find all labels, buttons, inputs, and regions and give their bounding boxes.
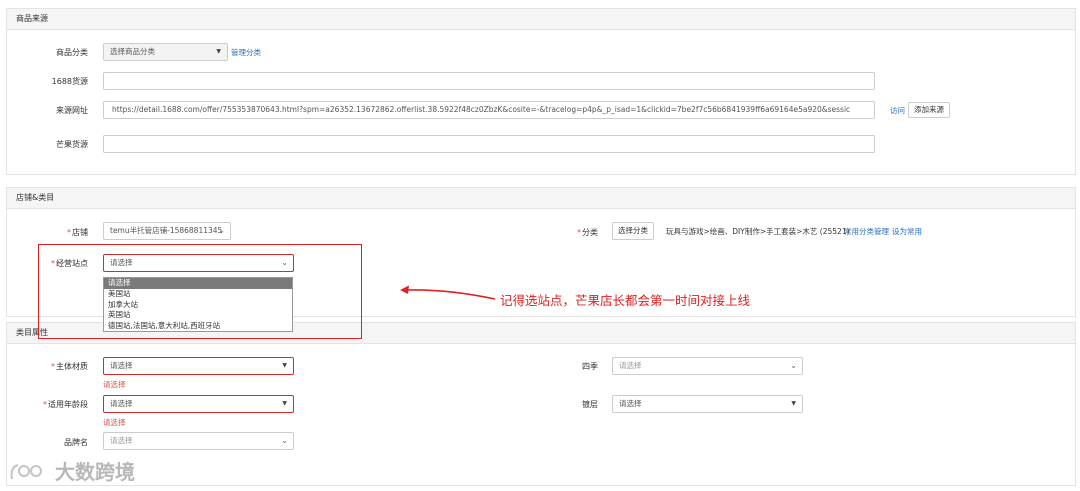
category-label: 商品分类 <box>56 48 88 57</box>
site-option[interactable]: 美国站 <box>104 289 292 300</box>
plating-select[interactable]: 请选择 ▼ <box>612 395 803 413</box>
category2-label: *分类 <box>577 228 598 237</box>
site-select[interactable]: 请选择 ⌄ <box>103 254 294 272</box>
site-label-text: 经营站点 <box>56 259 88 268</box>
manage-category-link[interactable]: 管理分类 <box>231 47 261 58</box>
category2-label-text: 分类 <box>582 228 598 237</box>
store-select[interactable]: temu半托管店铺-15868811345 ⌄ <box>103 222 231 240</box>
caret-down-icon: ▼ <box>216 48 221 55</box>
site-option[interactable]: 请选择 <box>104 278 292 289</box>
brand-select[interactable]: 请选择 ⌄ <box>103 432 294 450</box>
annotation-text: 记得选站点，芒果店长都会第一时间对接上线 <box>500 293 751 308</box>
annotation-arrow-icon <box>400 285 496 300</box>
material-select[interactable]: 请选择 ▼ <box>103 357 294 375</box>
watermark-text: 大数跨境 <box>54 460 135 484</box>
store-label: *店铺 <box>67 228 88 237</box>
source-url-input[interactable]: https://detail.1688.com/offer/7553538706… <box>103 101 875 119</box>
logo-icon <box>10 464 42 480</box>
age-select[interactable]: 请选择 ▼ <box>103 395 294 413</box>
store-select-value: temu半托管店铺-15868811345 <box>110 226 223 235</box>
chevron-down-icon: ⌄ <box>281 436 288 445</box>
store-label-text: 店铺 <box>72 228 88 237</box>
add-source-button[interactable]: 添加来源 <box>908 102 950 118</box>
category-path: 玩具与游戏>绘画、DIY制作>手工套装>木艺 (25521) <box>666 227 850 236</box>
season-select-value: 请选择 <box>619 361 642 370</box>
source-panel-title: 商品来源 <box>7 9 1075 30</box>
site-select-value: 请选择 <box>110 258 133 267</box>
brand-label: 品牌名 <box>64 438 88 447</box>
age-label-text: 适用年龄段 <box>48 400 88 409</box>
chevron-down-icon: ⌄ <box>790 361 797 370</box>
mango-source-label: 芒果货源 <box>56 140 88 149</box>
choose-category-button[interactable]: 选择分类 <box>612 222 654 240</box>
material-label: *主体材质 <box>51 362 88 371</box>
chevron-down-icon: ⌄ <box>218 226 225 235</box>
caret-down-icon: ▼ <box>791 400 796 407</box>
age-select-value: 请选择 <box>110 399 133 408</box>
site-option[interactable]: 加拿大站 <box>104 300 292 311</box>
category-select-value: 选择商品分类 <box>110 47 155 56</box>
material-label-text: 主体材质 <box>56 362 88 371</box>
material-error: 请选择 <box>103 380 126 389</box>
brand-select-value: 请选择 <box>110 436 133 445</box>
site-option[interactable]: 英国站 <box>104 310 292 321</box>
season-select[interactable]: 请选择 ⌄ <box>612 357 803 375</box>
plating-select-value: 请选择 <box>619 399 642 408</box>
site-dropdown-list: 请选择 美国站 加拿大站 英国站 德国站,法国站,意大利站,西班牙站 <box>103 277 293 332</box>
caret-down-icon: ▼ <box>282 362 287 369</box>
set-common-link[interactable]: 设为常用 <box>892 226 922 237</box>
season-label: 四季 <box>582 362 598 371</box>
store-panel-title: 店铺&类目 <box>7 188 1075 209</box>
mango-source-input[interactable] <box>103 135 875 153</box>
age-label: *适用年龄段 <box>43 400 88 409</box>
source-1688-label: 1688货源 <box>51 77 88 86</box>
visit-link[interactable]: 访问 <box>890 105 905 116</box>
material-select-value: 请选择 <box>110 361 133 370</box>
category-select[interactable]: 选择商品分类 ▼ <box>103 43 228 61</box>
source-url-label: 来源网址 <box>56 106 88 115</box>
site-option[interactable]: 德国站,法国站,意大利站,西班牙站 <box>104 321 292 332</box>
common-category-manage-link[interactable]: 常用分类管理 <box>844 226 889 237</box>
watermark: 大数跨境 <box>8 456 135 485</box>
caret-down-icon: ▼ <box>282 400 287 407</box>
plating-label: 镀层 <box>582 400 598 409</box>
site-label: *经营站点 <box>51 259 88 268</box>
chevron-down-icon: ⌄ <box>281 258 288 267</box>
age-error: 请选择 <box>103 418 126 427</box>
source-1688-input[interactable] <box>103 72 875 90</box>
